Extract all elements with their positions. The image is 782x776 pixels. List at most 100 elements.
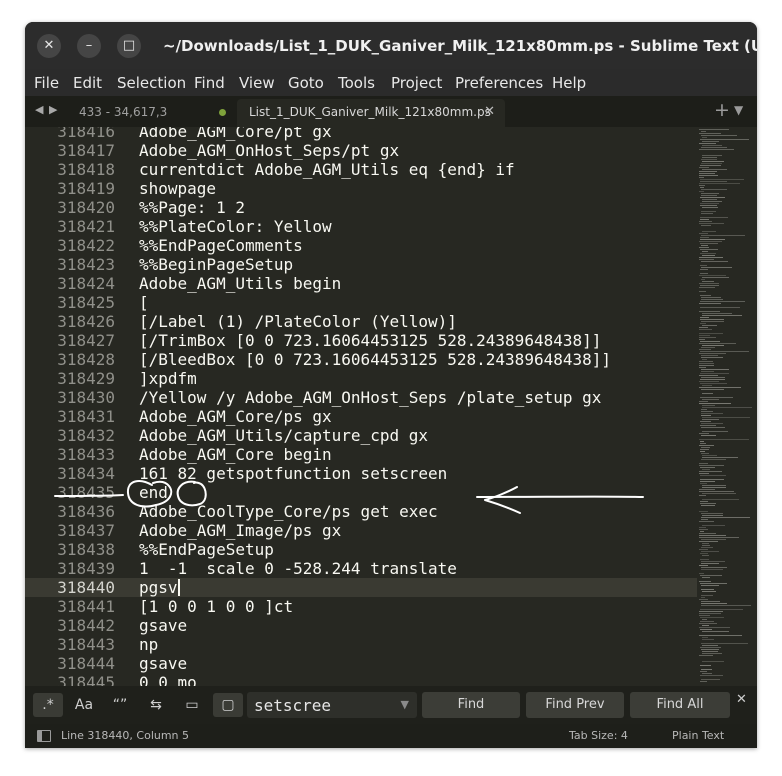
code-line[interactable]: 318428 [/BleedBox [0 0 723.16064453125 52… — [25, 350, 697, 369]
code-line[interactable]: 318436 Adobe_CoolType_Core/ps get exec — [25, 502, 697, 521]
minimize-window-button[interactable]: – — [77, 34, 101, 58]
minimap[interactable] — [697, 127, 757, 686]
wrap-toggle[interactable]: ⇆ — [141, 693, 171, 717]
line-text[interactable]: /Yellow /y Adobe_AGM_OnHost_Seps /plate_… — [139, 388, 601, 407]
code-line[interactable]: 318422 %%EndPageComments — [25, 236, 697, 255]
tab-close-icon[interactable]: ✕ — [484, 104, 495, 119]
line-text[interactable]: gsave — [139, 616, 187, 635]
minimap-line — [702, 399, 719, 400]
line-text[interactable]: Adobe_AGM_Core begin — [139, 445, 332, 464]
maximize-window-button[interactable]: □ — [117, 34, 141, 58]
menu-goto[interactable]: Goto — [288, 74, 324, 92]
find-prev-button[interactable]: Find Prev — [526, 692, 624, 718]
line-text[interactable]: 0 0 mo — [139, 673, 197, 686]
line-text[interactable]: gsave — [139, 654, 187, 673]
code-line[interactable]: 318418 currentdict Adobe_AGM_Utils eq {en… — [25, 160, 697, 179]
tab-active-label[interactable]: List_1_DUK_Ganiver_Milk_121x80mm.ps — [249, 105, 491, 119]
code-line[interactable]: 318426 [/Label (1) /PlateColor (Yellow)] — [25, 312, 697, 331]
code-line[interactable]: 318437 Adobe_AGM_Image/ps gx — [25, 521, 697, 540]
tab-scroll-left-icon[interactable]: ◀ — [35, 103, 43, 116]
menu-preferences[interactable]: Preferences — [455, 74, 543, 92]
line-text[interactable]: 161 82 getspotfunction setscreen — [139, 464, 447, 483]
line-text[interactable]: %%EndPageComments — [139, 236, 303, 255]
line-text[interactable]: Adobe_AGM_Core/ps gx — [139, 407, 332, 426]
code-line[interactable]: 318430/Yellow /y Adobe_AGM_OnHost_Seps /… — [25, 388, 697, 407]
code-line[interactable]: 318420 %%Page: 1 2 — [25, 198, 697, 217]
code-line[interactable]: 318416 Adobe_AGM_Core/pt gx — [25, 127, 697, 141]
highlight-matches-toggle[interactable]: ▢ — [213, 693, 243, 717]
code-line[interactable]: 318432 Adobe_AGM_Utils/capture_cpd gx — [25, 426, 697, 445]
menu-view[interactable]: View — [239, 74, 275, 92]
code-line[interactable]: 318429]xpdfm — [25, 369, 697, 388]
code-line[interactable]: 318427 [/TrimBox [0 0 723.16064453125 528… — [25, 331, 697, 350]
tab-inactive[interactable]: 433 - 34,617,3 — [79, 105, 167, 119]
new-tab-icon[interactable]: + — [714, 99, 730, 121]
tab-list-dropdown-icon[interactable]: ▼ — [734, 103, 743, 117]
current-code-line[interactable]: 318440 pgsv — [25, 578, 697, 597]
line-text[interactable]: [/TrimBox [0 0 723.16064453125 528.24389… — [139, 331, 601, 350]
code-line[interactable]: 318431 Adobe_AGM_Core/ps gx — [25, 407, 697, 426]
line-text[interactable]: Adobe_AGM_Core/pt gx — [139, 127, 332, 141]
close-find-panel-icon[interactable]: ✕ — [736, 692, 747, 707]
line-text[interactable]: Adobe_AGM_Utils/capture_cpd gx — [139, 426, 428, 445]
menu-tools[interactable]: Tools — [338, 74, 375, 92]
code-line[interactable]: 318438 %%EndPageSetup — [25, 540, 697, 559]
line-text[interactable]: Adobe_AGM_Utils begin — [139, 274, 341, 293]
panel-switcher-icon[interactable] — [37, 730, 51, 742]
line-text[interactable]: %%PlateColor: Yellow — [139, 217, 332, 236]
code-line[interactable]: 318417 Adobe_AGM_OnHost_Seps/pt gx — [25, 141, 697, 160]
code-line[interactable]: 318445 0 0 mo — [25, 673, 697, 686]
find-field[interactable]: ▼ — [247, 692, 417, 718]
line-text[interactable]: currentdict Adobe_AGM_Utils eq {end} if — [139, 160, 515, 179]
line-text[interactable]: 1 -1 scale 0 -528.244 translate — [139, 559, 457, 578]
code-line[interactable]: 318419 showpage — [25, 179, 697, 198]
find-all-button[interactable]: Find All — [630, 692, 730, 718]
menu-edit[interactable]: Edit — [73, 74, 102, 92]
code-line[interactable]: 318425 [ — [25, 293, 697, 312]
line-text[interactable]: end — [139, 483, 168, 502]
code-line[interactable]: 318442 gsave — [25, 616, 697, 635]
code-line[interactable]: 318434 161 82 getspotfunction setscreen — [25, 464, 697, 483]
line-text[interactable]: Adobe_AGM_Image/ps gx — [139, 521, 341, 540]
code-line[interactable]: 318444 gsave — [25, 654, 697, 673]
menu-project[interactable]: Project — [391, 74, 442, 92]
code-line[interactable]: 318441 [1 0 0 1 0 0 ]ct — [25, 597, 697, 616]
syntax-mode[interactable]: Plain Text — [672, 729, 724, 742]
menu-selection[interactable]: Selection — [117, 74, 186, 92]
tab-size[interactable]: Tab Size: 4 — [569, 729, 628, 742]
line-text[interactable]: [/Label (1) /PlateColor (Yellow)] — [139, 312, 457, 331]
line-text[interactable]: showpage — [139, 179, 216, 198]
line-text[interactable]: [ — [139, 293, 149, 312]
code-line[interactable]: 318421 %%PlateColor: Yellow — [25, 217, 697, 236]
tab-active[interactable]: List_1_DUK_Ganiver_Milk_121x80mm.ps ✕ — [237, 99, 505, 127]
close-window-button[interactable]: ✕ — [37, 34, 61, 58]
code-line[interactable]: 318424 Adobe_AGM_Utils begin — [25, 274, 697, 293]
code-line[interactable]: 318443 np — [25, 635, 697, 654]
line-text[interactable]: %%Page: 1 2 — [139, 198, 245, 217]
menu-help[interactable]: Help — [552, 74, 586, 92]
code-line[interactable]: 318433 Adobe_AGM_Core begin — [25, 445, 697, 464]
line-text[interactable]: Adobe_CoolType_Core/ps get exec — [139, 502, 438, 521]
editor-area[interactable]: 318416 Adobe_AGM_Core/pt gx 318417 Adobe_A… — [25, 127, 757, 686]
case-sensitive-toggle[interactable]: Aa — [69, 693, 99, 717]
line-text[interactable]: ]xpdfm — [139, 369, 197, 388]
code-line[interactable]: 318423 %%BeginPageSetup — [25, 255, 697, 274]
whole-word-toggle[interactable]: “” — [105, 693, 135, 717]
code-line[interactable]: 318439 1 -1 scale 0 -528.244 translate — [25, 559, 697, 578]
menu-file[interactable]: File — [34, 74, 59, 92]
line-text[interactable]: np — [139, 635, 158, 654]
tab-scroll-right-icon[interactable]: ▶ — [49, 103, 57, 116]
line-text[interactable]: [/BleedBox [0 0 723.16064453125 528.2438… — [139, 350, 611, 369]
in-selection-toggle[interactable]: ▭ — [177, 693, 207, 717]
regex-toggle[interactable]: .* — [33, 693, 63, 717]
line-text[interactable]: %%BeginPageSetup — [139, 255, 293, 274]
menu-find[interactable]: Find — [194, 74, 225, 92]
line-text[interactable]: pgsv — [139, 578, 178, 597]
find-history-dropdown-icon[interactable]: ▼ — [401, 698, 409, 711]
line-text[interactable]: %%EndPageSetup — [139, 540, 274, 559]
line-text[interactable]: [1 0 0 1 0 0 ]ct — [139, 597, 293, 616]
line-text[interactable]: Adobe_AGM_OnHost_Seps/pt gx — [139, 141, 399, 160]
code-line[interactable]: 318435 end — [25, 483, 697, 502]
find-input[interactable] — [254, 694, 394, 716]
find-button[interactable]: Find — [422, 692, 520, 718]
